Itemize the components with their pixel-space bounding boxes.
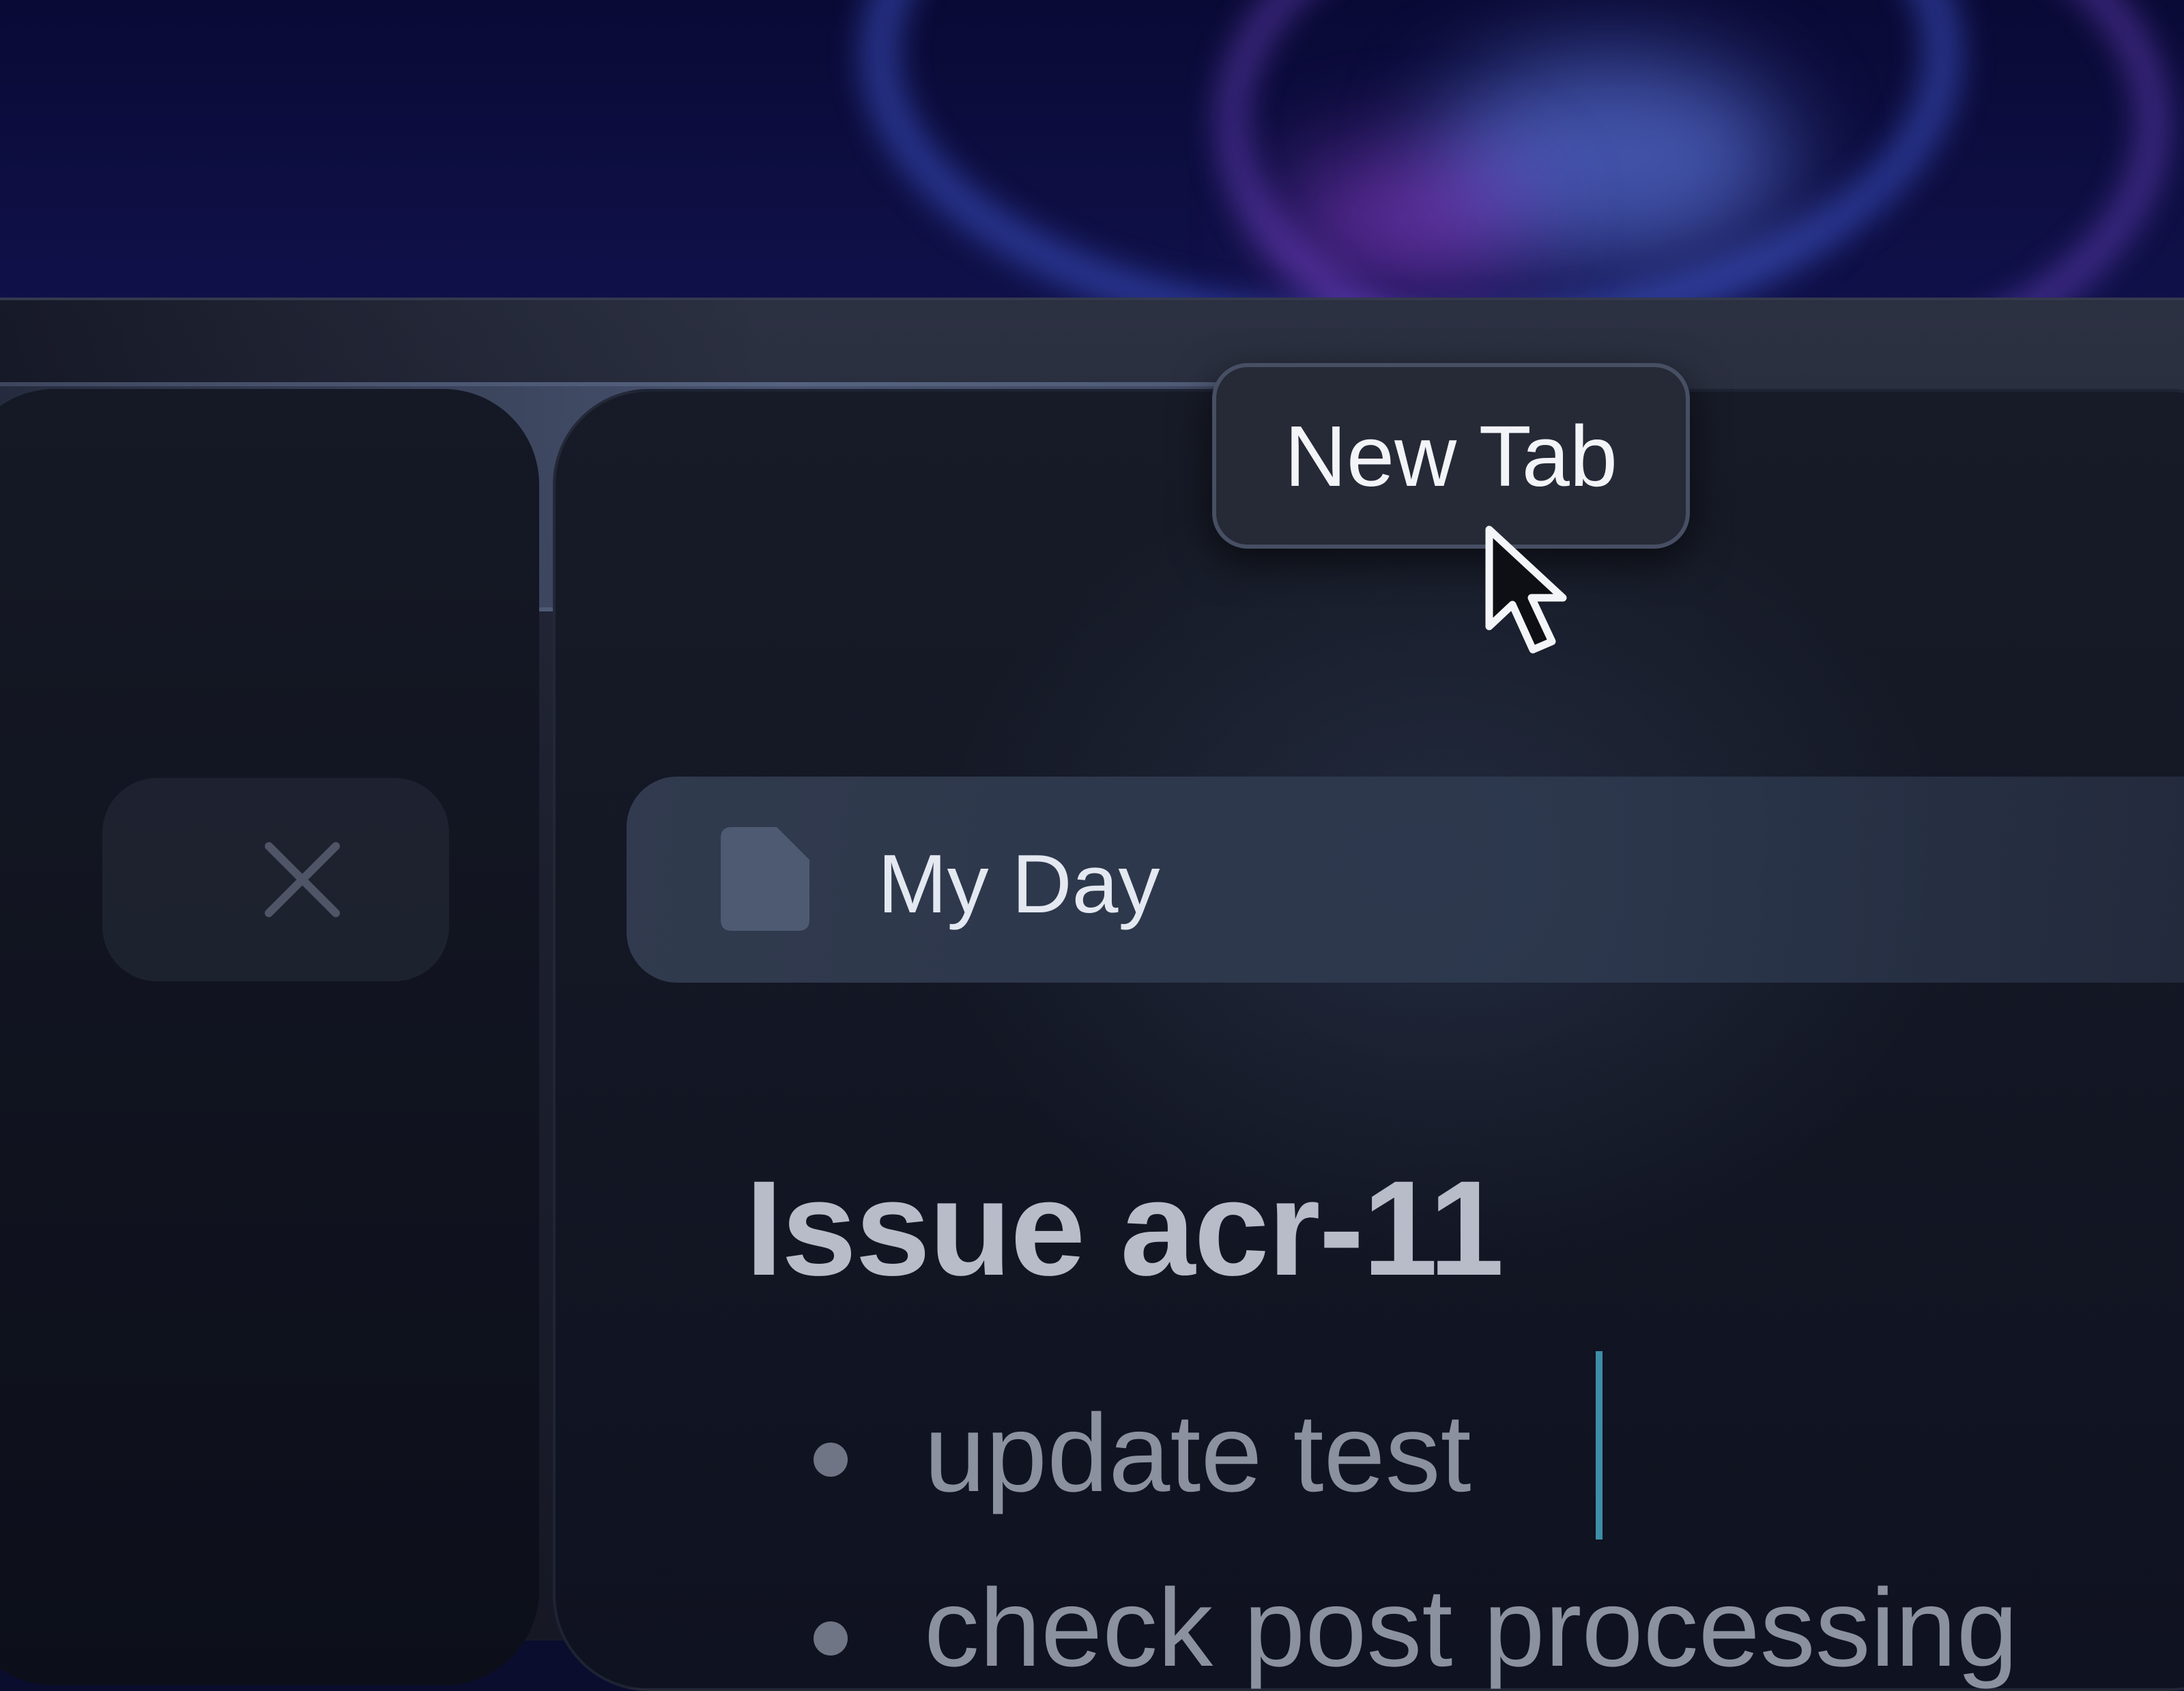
document-icon bbox=[721, 827, 809, 931]
tab-my-day[interactable]: My Day bbox=[627, 777, 2184, 983]
tab-title: My Day bbox=[878, 837, 1160, 930]
sidebar-panel bbox=[0, 389, 539, 1686]
bullet-marker bbox=[814, 1443, 848, 1477]
text-caret bbox=[1596, 1351, 1603, 1540]
new-tab-tooltip: New Tab bbox=[1212, 363, 1690, 549]
list-item[interactable]: update test bbox=[924, 1392, 1471, 1515]
desktop-wallpaper bbox=[0, 0, 2184, 314]
bullet-marker bbox=[814, 1621, 848, 1656]
close-icon bbox=[265, 842, 340, 917]
wallpaper-glow bbox=[1283, 150, 1529, 287]
mouse-pointer-icon bbox=[1485, 525, 1567, 654]
close-tab-button[interactable] bbox=[102, 778, 449, 981]
list-item[interactable]: check post processing bbox=[924, 1567, 2018, 1690]
document-heading[interactable]: Issue acr-11 bbox=[745, 1153, 1504, 1303]
